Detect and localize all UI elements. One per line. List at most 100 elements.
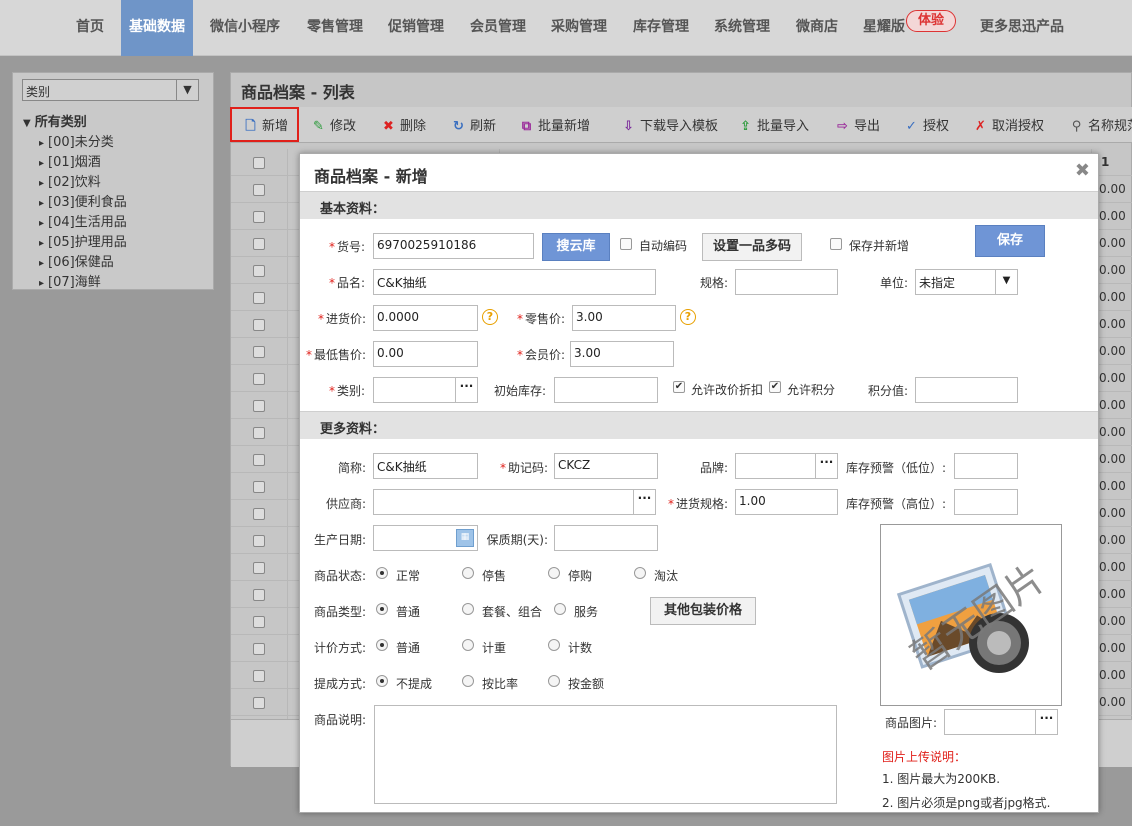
purchase-spec-input[interactable]: 1.00	[735, 489, 838, 515]
min-price-input[interactable]: 0.00	[373, 341, 478, 367]
type-radio-normal[interactable]	[376, 603, 388, 615]
row-checkbox[interactable]	[253, 319, 265, 331]
stock-high-input[interactable]	[954, 489, 1018, 515]
allow-price-discount-checkbox[interactable]	[673, 381, 685, 393]
nav-micro-store[interactable]: 微商店	[796, 0, 838, 56]
cancel-authorize-button[interactable]: ✗ 取消授权	[973, 115, 1044, 135]
tree-root[interactable]: ▼ 所有类别	[23, 111, 87, 130]
row-checkbox[interactable]	[253, 346, 265, 358]
tree-item[interactable]: [03]便利食品	[39, 191, 127, 210]
chevron-down-icon[interactable]: ▼	[995, 270, 1017, 294]
init-stock-input[interactable]	[554, 377, 658, 403]
calendar-icon[interactable]: ▦	[456, 529, 474, 547]
spec-input[interactable]	[735, 269, 838, 295]
code-input[interactable]: 6970025910186	[373, 233, 534, 259]
row-checkbox[interactable]	[253, 508, 265, 520]
mnemonic-input[interactable]: CKCZ	[554, 453, 658, 479]
tree-item[interactable]: [05]护理用品	[39, 231, 127, 250]
nav-more-products[interactable]: 更多思迅产品	[980, 0, 1064, 56]
row-checkbox[interactable]	[253, 535, 265, 547]
pricing-radio-normal[interactable]	[376, 639, 388, 651]
search-cloud-button[interactable]: 搜云库	[542, 233, 610, 261]
nav-retail[interactable]: 零售管理	[307, 0, 363, 56]
nav-system[interactable]: 系统管理	[714, 0, 770, 56]
row-checkbox[interactable]	[253, 184, 265, 196]
shelf-life-input[interactable]	[554, 525, 658, 551]
retail-price-input[interactable]: 3.00	[572, 305, 676, 331]
close-icon[interactable]: ✖	[1075, 160, 1090, 181]
save-and-new-checkbox[interactable]	[830, 238, 842, 250]
tree-item[interactable]: [04]生活用品	[39, 211, 127, 230]
row-checkbox[interactable]	[253, 400, 265, 412]
tree-item[interactable]: [02]饮料	[39, 171, 101, 190]
tree-item[interactable]: [06]保健品	[39, 251, 114, 270]
nav-home[interactable]: 首页	[76, 0, 104, 56]
name-input[interactable]: C&K抽纸	[373, 269, 656, 295]
more-icon[interactable]: ···	[1035, 710, 1057, 734]
refresh-button[interactable]: ↻ 刷新	[451, 115, 496, 135]
more-icon[interactable]: ···	[455, 378, 477, 402]
more-icon[interactable]: ···	[815, 454, 837, 478]
category-input[interactable]: ···	[373, 377, 478, 403]
status-radio-stop-sale[interactable]	[462, 567, 474, 579]
auto-code-checkbox[interactable]	[620, 238, 632, 250]
batch-import-button[interactable]: ⇪ 批量导入	[738, 115, 809, 135]
row-checkbox[interactable]	[253, 427, 265, 439]
commission-radio-ratio[interactable]	[462, 675, 474, 687]
nav-basic-data[interactable]: 基础数据	[121, 0, 193, 56]
status-radio-stop-purchase[interactable]	[548, 567, 560, 579]
nav-purchase[interactable]: 采购管理	[551, 0, 607, 56]
tree-item[interactable]: [01]烟酒	[39, 151, 101, 170]
row-checkbox[interactable]	[253, 373, 265, 385]
purchase-price-input[interactable]: 0.0000	[373, 305, 478, 331]
row-checkbox[interactable]	[253, 481, 265, 493]
nav-member[interactable]: 会员管理	[470, 0, 526, 56]
category-select[interactable]: 类别 ▼	[22, 79, 199, 101]
commission-radio-none[interactable]	[376, 675, 388, 687]
image-input[interactable]: ···	[944, 709, 1058, 735]
download-template-button[interactable]: ⇩ 下载导入模板	[621, 115, 718, 135]
help-icon[interactable]: ?	[482, 309, 498, 325]
points-value-input[interactable]	[915, 377, 1018, 403]
delete-button[interactable]: ✖ 删除	[381, 115, 426, 135]
member-price-input[interactable]: 3.00	[570, 341, 674, 367]
type-radio-combo[interactable]	[462, 603, 474, 615]
row-checkbox[interactable]	[253, 643, 265, 655]
tree-item[interactable]: [00]未分类	[39, 131, 114, 150]
status-radio-normal[interactable]	[376, 567, 388, 579]
tree-item[interactable]: [07]海鲜	[39, 271, 101, 290]
other-pack-price-button[interactable]: 其他包装价格	[650, 597, 756, 625]
chevron-down-icon[interactable]: ▼	[176, 80, 198, 100]
nav-inventory[interactable]: 库存管理	[633, 0, 689, 56]
row-checkbox[interactable]	[253, 454, 265, 466]
unit-select[interactable]: 未指定 ▼	[915, 269, 1018, 295]
row-checkbox[interactable]	[253, 265, 265, 277]
status-radio-obsolete[interactable]	[634, 567, 646, 579]
pricing-radio-count[interactable]	[548, 639, 560, 651]
allow-points-checkbox[interactable]	[769, 381, 781, 393]
row-checkbox[interactable]	[253, 697, 265, 709]
prod-date-input[interactable]: ▦	[373, 525, 478, 551]
edit-button[interactable]: ✎ 修改	[311, 115, 356, 135]
pricing-radio-weight[interactable]	[462, 639, 474, 651]
export-button[interactable]: ⇨ 导出	[835, 115, 880, 135]
save-button[interactable]: 保存	[975, 225, 1045, 257]
row-checkbox[interactable]	[253, 616, 265, 628]
nav-wechat-mini[interactable]: 微信小程序	[210, 0, 280, 56]
desc-textarea[interactable]	[374, 705, 837, 804]
stock-low-input[interactable]	[954, 453, 1018, 479]
row-checkbox[interactable]	[253, 292, 265, 304]
row-checkbox[interactable]	[253, 589, 265, 601]
commission-radio-amount[interactable]	[548, 675, 560, 687]
row-checkbox[interactable]	[253, 670, 265, 682]
help-icon[interactable]: ?	[680, 309, 696, 325]
select-all-checkbox[interactable]	[253, 157, 265, 169]
row-checkbox[interactable]	[253, 562, 265, 574]
nav-promotion[interactable]: 促销管理	[388, 0, 444, 56]
more-icon[interactable]: ···	[633, 490, 655, 514]
type-radio-service[interactable]	[554, 603, 566, 615]
brand-input[interactable]: ···	[735, 453, 838, 479]
authorize-button[interactable]: ✓ 授权	[904, 115, 949, 135]
nav-star-edition[interactable]: 星耀版	[863, 0, 905, 56]
batch-add-button[interactable]: ⧉ 批量新增	[519, 115, 590, 135]
